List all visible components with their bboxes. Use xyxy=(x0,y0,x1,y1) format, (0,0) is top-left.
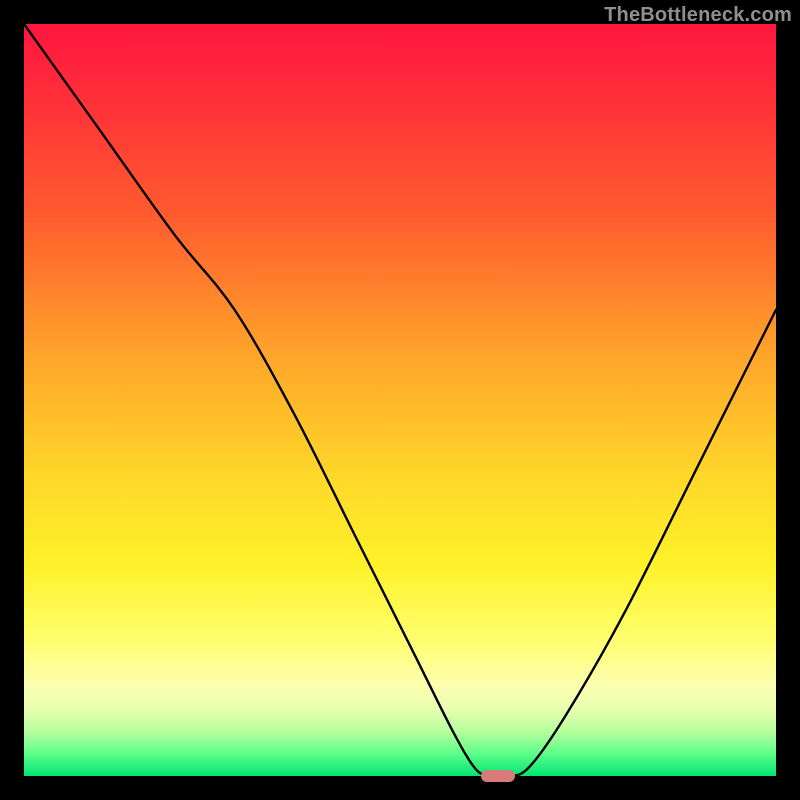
plot-area xyxy=(24,24,776,776)
optimal-marker xyxy=(481,770,515,782)
chart-frame: TheBottleneck.com xyxy=(0,0,800,800)
watermark-text: TheBottleneck.com xyxy=(604,4,792,27)
bottleneck-curve xyxy=(24,24,776,776)
